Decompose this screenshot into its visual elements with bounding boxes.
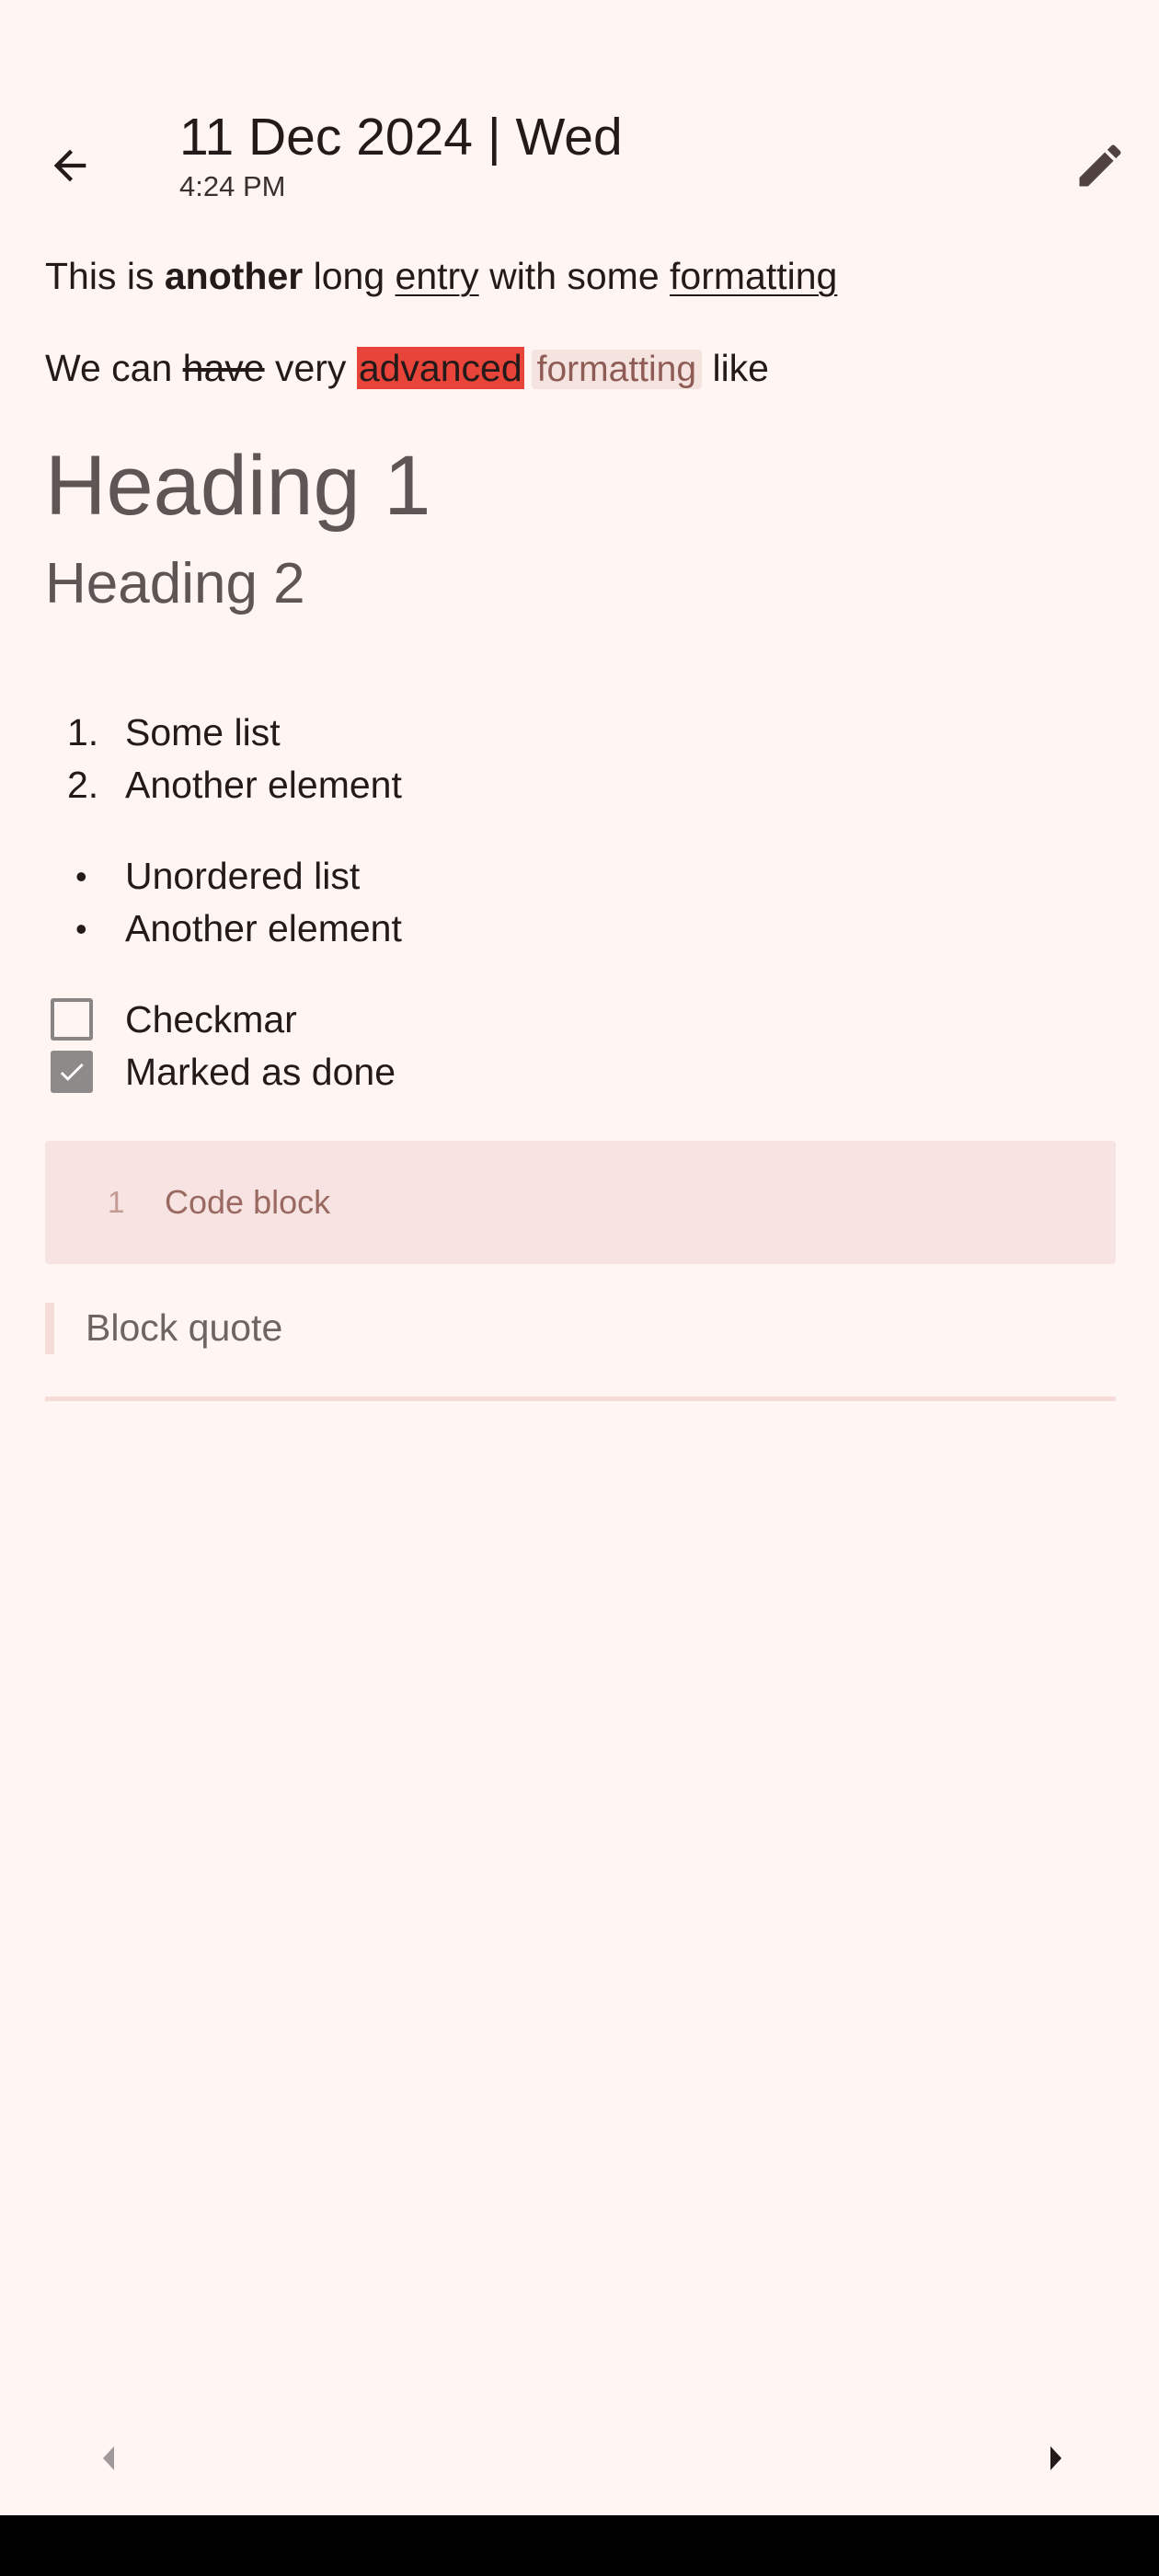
checklist: Checkmar Marked as done	[45, 994, 1116, 1098]
edit-button[interactable]	[1060, 125, 1141, 206]
text-run: We can	[45, 347, 183, 389]
list-item: 1. Some list	[45, 707, 1116, 759]
list-item: 2. Another element	[45, 759, 1116, 811]
code-block: 1 Code block	[45, 1141, 1116, 1264]
bold-text: another	[164, 255, 304, 297]
previous-entry-button[interactable]	[88, 2438, 129, 2478]
heading-2: Heading 2	[45, 552, 305, 615]
entry-header: 11 Dec 2024 | Wed 4:24 PM	[179, 109, 623, 203]
text-run: with some	[478, 255, 671, 297]
checkbox-unchecked[interactable]	[51, 998, 93, 1041]
list-item-text: Another element	[125, 907, 402, 949]
list-item-text: Some list	[125, 711, 281, 753]
unordered-list: • Unordered list • Another element	[45, 850, 1116, 955]
underlined-text: formatting	[670, 255, 838, 297]
entry-date-title: 11 Dec 2024 | Wed	[179, 108, 623, 167]
list-number: 2.	[67, 764, 99, 806]
ordered-list: 1. Some list 2. Another element	[45, 707, 1116, 811]
checklist-item-text: Checkmar	[125, 998, 297, 1041]
code-text: Code block	[165, 1183, 331, 1221]
bullet-icon: •	[75, 910, 87, 948]
bullet-icon: •	[75, 857, 87, 895]
quote-text: Block quote	[86, 1306, 283, 1349]
system-navigation-bar	[0, 2515, 1159, 2576]
strikethrough-text: have	[182, 347, 265, 389]
block-quote: Block quote	[45, 1303, 1116, 1354]
journal-entry-screen: 11 Dec 2024 | Wed 4:24 PM This is anothe…	[0, 0, 1159, 2576]
list-item: • Unordered list	[45, 850, 1116, 903]
checklist-item[interactable]: Marked as done	[45, 1046, 1116, 1098]
list-item-text: Another element	[125, 764, 402, 806]
highlighted-text: advanced	[356, 347, 524, 389]
triangle-right-icon	[1050, 2446, 1061, 2470]
list-item-text: Unordered list	[125, 855, 361, 897]
text-run: This is	[45, 255, 165, 297]
code-line-number: 1	[108, 1185, 125, 1219]
entry-content: This is another long entry with some for…	[45, 241, 1116, 1401]
entry-time: 4:24 PM	[179, 169, 286, 202]
inline-code: formatting	[531, 350, 703, 389]
paragraph-2: We can have very advanced formatting like	[45, 333, 1116, 405]
triangle-left-icon	[103, 2446, 114, 2470]
paragraph-1: This is another long entry with some for…	[45, 241, 1116, 311]
quote-bar	[45, 1303, 54, 1354]
horizontal-rule	[45, 1397, 1116, 1401]
back-button[interactable]	[33, 129, 107, 202]
checklist-item-text: Marked as done	[125, 1051, 396, 1093]
checkmark-icon	[60, 1063, 84, 1081]
text-run: long	[303, 255, 396, 297]
checkbox-checked[interactable]	[51, 1051, 93, 1093]
list-item: • Another element	[45, 903, 1116, 955]
text-run: like	[702, 347, 769, 389]
arrow-back-icon	[53, 149, 86, 182]
underlined-text: entry	[395, 255, 479, 297]
text-run: very	[264, 347, 357, 389]
list-number: 1.	[67, 711, 99, 753]
pencil-icon	[1079, 144, 1121, 187]
heading-1: Heading 1	[45, 439, 431, 533]
next-entry-button[interactable]	[1036, 2438, 1076, 2478]
checklist-item[interactable]: Checkmar	[45, 994, 1116, 1046]
